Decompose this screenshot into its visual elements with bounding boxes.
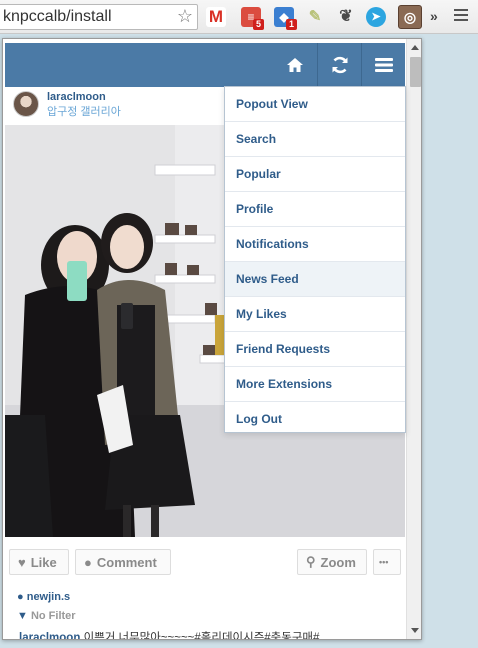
todoist-badge: 5 <box>253 19 264 30</box>
scroll-up-icon[interactable] <box>411 45 419 50</box>
app-menu-dropdown: Popout View Search Popular Profile Notif… <box>224 86 406 433</box>
gmail-icon[interactable]: M <box>206 7 226 27</box>
menu-icon[interactable] <box>362 43 406 87</box>
like-button[interactable]: ♥ Like <box>9 549 69 575</box>
search-icon: ⚲ <box>306 554 316 569</box>
user-icon: ● <box>17 591 24 603</box>
menu-item-my-likes[interactable]: My Likes <box>225 297 405 332</box>
caption-text: 이쁜거 너무많아~~~~~#홀리데이시즌#충동구매# <box>83 632 320 640</box>
extensions-overflow-icon[interactable]: » <box>430 8 438 24</box>
telegram-icon[interactable]: ➤ <box>366 7 386 27</box>
menu-item-news-feed[interactable]: News Feed <box>225 262 405 297</box>
zoom-button[interactable]: ⚲ Zoom <box>297 549 367 575</box>
address-bar[interactable]: knpccalb/install ☆ <box>0 4 198 30</box>
browser-toolbar: knpccalb/install ☆ M ≡ 5 ◆ 1 ✎ ❦ ➤ ◎ » <box>0 0 478 34</box>
filter-icon: ▼ <box>17 610 28 622</box>
post-caption: laraclmoon 이쁜거 너무많아~~~~~#홀리데이시즌#충동구매# <box>19 629 320 640</box>
post-location[interactable]: 압구정 갤러리아 <box>47 103 121 119</box>
address-text: knpccalb/install <box>3 8 112 25</box>
extension-badge: 1 <box>286 19 297 30</box>
filter-row: ▼ No Filter <box>17 610 76 622</box>
scrollbar[interactable] <box>406 39 421 639</box>
avatar[interactable] <box>13 91 39 117</box>
menu-item-popular[interactable]: Popular <box>225 157 405 192</box>
extension-blue-icon[interactable]: ◆ 1 <box>274 7 297 30</box>
feather-icon[interactable]: ✎ <box>305 7 325 27</box>
menu-item-more-extensions[interactable]: More Extensions <box>225 367 405 402</box>
post-username[interactable]: laraclmoon <box>47 91 106 103</box>
app-header <box>5 43 405 87</box>
refresh-icon[interactable] <box>318 43 362 87</box>
menu-item-profile[interactable]: Profile <box>225 192 405 227</box>
menu-item-log-out[interactable]: Log Out <box>225 402 405 437</box>
filter-name: No Filter <box>30 610 76 622</box>
comment-button[interactable]: ● Comment <box>75 549 171 575</box>
more-button[interactable]: ••• <box>373 549 401 575</box>
caption-username[interactable]: laraclmoon <box>19 632 80 639</box>
like-label: Like <box>30 554 57 570</box>
menu-item-popout-view[interactable]: Popout View <box>225 87 405 122</box>
comment-label: Comment <box>96 554 157 570</box>
menu-item-search[interactable]: Search <box>225 122 405 157</box>
menu-item-notifications[interactable]: Notifications <box>225 227 405 262</box>
bookmark-star-icon[interactable]: ☆ <box>177 6 193 27</box>
chrome-menu-icon[interactable] <box>454 9 468 24</box>
tagged-user[interactable]: newjin.s <box>27 591 70 603</box>
evernote-icon[interactable]: ❦ <box>336 7 356 27</box>
instagram-icon[interactable]: ◎ <box>398 5 422 29</box>
comment-icon: ● <box>84 554 92 570</box>
zoom-label: Zoom <box>320 554 356 570</box>
heart-icon: ♥ <box>18 554 26 570</box>
todoist-icon[interactable]: ≡ 5 <box>241 7 264 30</box>
menu-item-friend-requests[interactable]: Friend Requests <box>225 332 405 367</box>
scroll-thumb[interactable] <box>410 57 421 87</box>
more-label: ••• <box>379 557 389 567</box>
post-actions: ♥ Like ● Comment ⚲ Zoom ••• <box>9 549 403 575</box>
extension-popup: laraclmoon 압구정 갤러리아 43w <box>2 38 422 640</box>
home-icon[interactable] <box>273 43 317 87</box>
tagged-user-row: ● newjin.s <box>17 591 70 603</box>
scroll-down-icon[interactable] <box>411 628 419 633</box>
